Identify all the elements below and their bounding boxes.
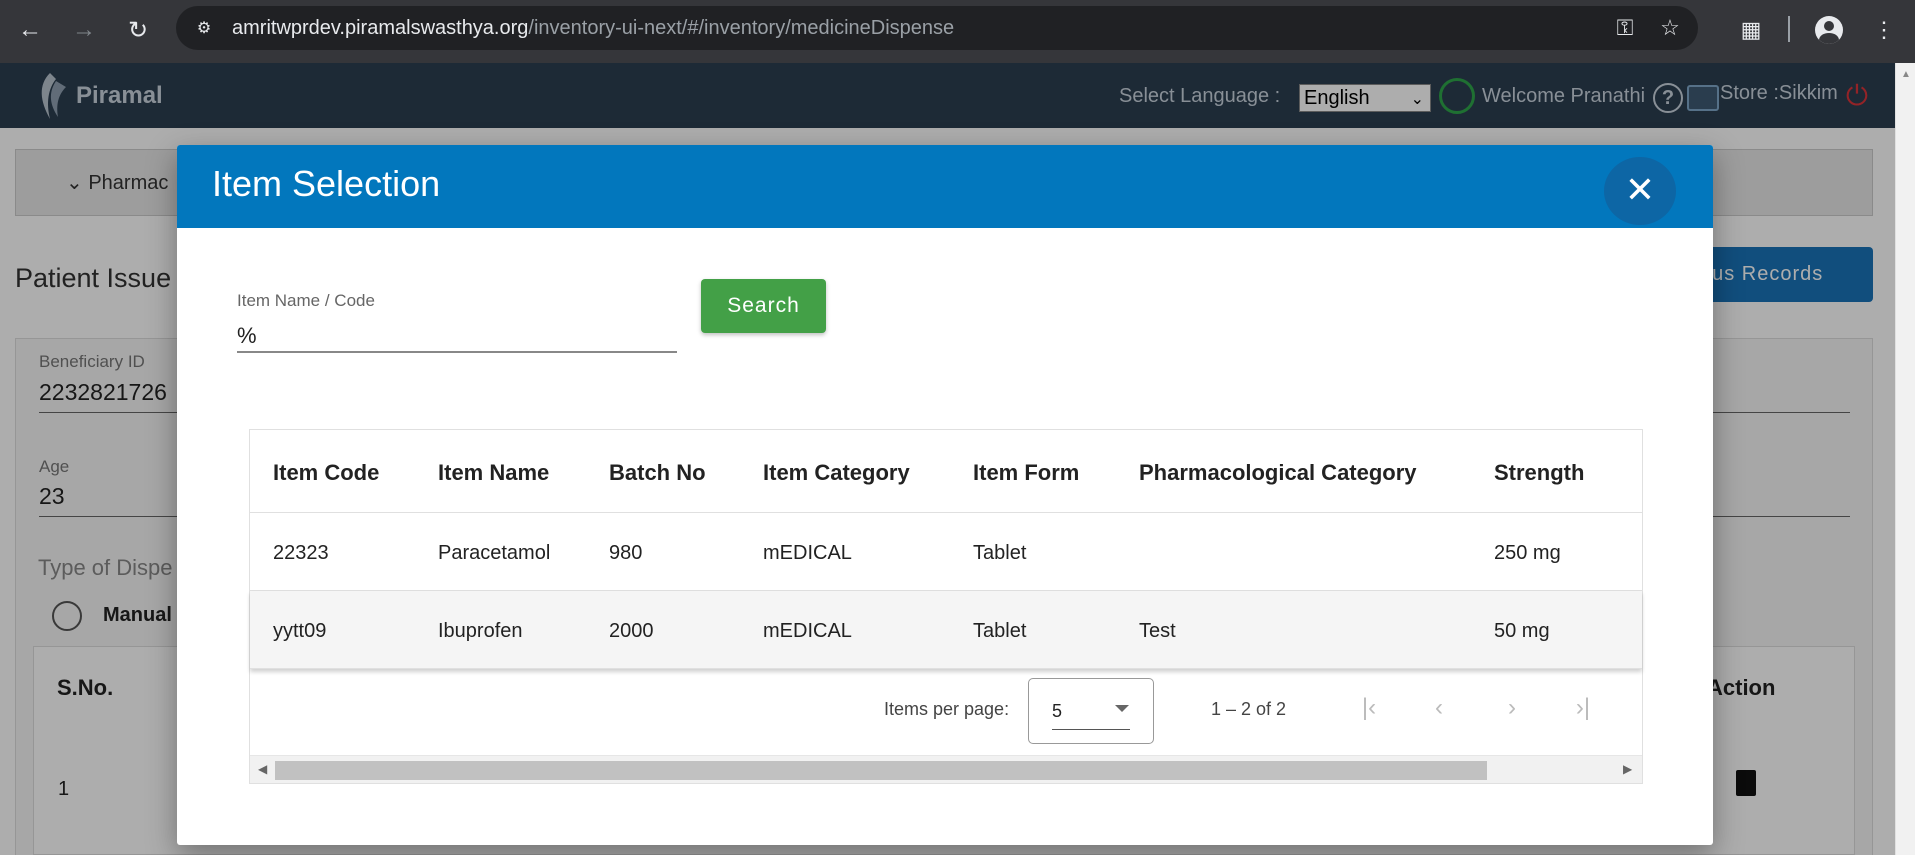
- table-cell: Tablet: [973, 620, 1027, 642]
- table-cell: 22323: [273, 542, 329, 564]
- forward-arrow-icon[interactable]: →: [66, 12, 102, 48]
- dialog-header: Item Selection ✕: [177, 145, 1713, 228]
- column-header[interactable]: Item Category: [763, 460, 910, 486]
- dialog-title: Item Selection: [212, 163, 441, 204]
- table-cell: Tablet: [973, 542, 1027, 564]
- table-cell: Test: [1139, 620, 1176, 642]
- password-key-icon[interactable]: ⚿: [1611, 14, 1639, 42]
- site-settings-icon[interactable]: ⚙: [192, 16, 216, 40]
- paginator: Items per page: 5 1 – 2 of 2 |‹ ‹ › ›|: [250, 671, 1642, 755]
- back-arrow-icon[interactable]: ←: [12, 12, 48, 48]
- close-icon[interactable]: ✕: [1604, 157, 1676, 225]
- page-range-label: 1 – 2 of 2: [1211, 699, 1287, 719]
- url-host: amritwprdev.piramalswasthya.org: [232, 17, 529, 39]
- kebab-menu-icon[interactable]: ⋮: [1866, 12, 1902, 48]
- page-scrollbar[interactable]: ▲: [1895, 63, 1915, 855]
- reload-icon[interactable]: ↻: [120, 12, 156, 48]
- table-row[interactable]: yytt09 Ibuprofen 2000 mEDICAL Tablet Tes…: [250, 591, 1642, 669]
- column-header[interactable]: Batch No: [609, 460, 706, 486]
- table-cell: 980: [609, 542, 643, 564]
- address-bar[interactable]: ⚙ amritwprdev.piramalswasthya.org/invent…: [176, 6, 1698, 50]
- toolbar-divider: [1788, 16, 1790, 42]
- column-header[interactable]: Item Name: [438, 460, 549, 486]
- table-horizontal-scrollbar[interactable]: ◀ ▶: [250, 755, 1642, 783]
- first-page-icon[interactable]: |‹: [1354, 693, 1384, 723]
- column-header[interactable]: Item Code: [273, 460, 379, 486]
- items-per-page-select[interactable]: 5: [1028, 678, 1154, 744]
- table-cell: 50 mg: [1494, 620, 1550, 642]
- scrollbar-thumb[interactable]: [275, 761, 1487, 780]
- bookmark-star-icon[interactable]: ☆: [1656, 14, 1684, 42]
- table-row[interactable]: 22323 Paracetamol 980 mEDICAL Tablet 250…: [250, 513, 1642, 591]
- table-cell: 2000: [609, 620, 654, 642]
- table-cell: 250 mg: [1494, 542, 1561, 564]
- scroll-right-icon[interactable]: ▶: [1623, 762, 1632, 776]
- table-header-row: Item Code Item Name Batch No Item Catego…: [250, 430, 1642, 513]
- previous-page-icon[interactable]: ‹: [1424, 693, 1454, 723]
- url-text[interactable]: amritwprdev.piramalswasthya.org/inventor…: [232, 17, 954, 40]
- last-page-icon[interactable]: ›|: [1568, 693, 1598, 723]
- items-per-page-value: 5: [1052, 701, 1063, 721]
- extensions-puzzle-icon[interactable]: ▦: [1733, 12, 1769, 48]
- profile-avatar-icon[interactable]: [1811, 12, 1847, 48]
- column-header[interactable]: Strength: [1494, 460, 1584, 486]
- search-button[interactable]: Search: [701, 279, 826, 333]
- column-header[interactable]: Pharmacological Category: [1139, 460, 1417, 486]
- table-cell: mEDICAL: [763, 542, 852, 564]
- column-header[interactable]: Item Form: [973, 460, 1079, 486]
- table-cell: Paracetamol: [438, 542, 551, 564]
- item-table: Item Code Item Name Batch No Item Catego…: [249, 429, 1643, 784]
- browser-toolbar: ← → ↻ ⚙ amritwprdev.piramalswasthya.org/…: [0, 0, 1915, 63]
- url-path: /inventory-ui-next/#/inventory/medicineD…: [528, 17, 955, 39]
- items-per-page-label: Items per page:: [884, 699, 1010, 719]
- item-selection-dialog: Item Selection ✕ Item Name / Code Search…: [177, 145, 1713, 845]
- table-cell: yytt09: [273, 620, 327, 642]
- next-page-icon[interactable]: ›: [1497, 693, 1527, 723]
- scroll-left-icon[interactable]: ◀: [258, 762, 267, 776]
- search-field-label: Item Name / Code: [237, 291, 375, 310]
- dropdown-caret-icon: [1115, 705, 1129, 712]
- table-cell: mEDICAL: [763, 620, 852, 642]
- table-cell: Ibuprofen: [438, 620, 523, 642]
- item-search-input[interactable]: [237, 315, 677, 353]
